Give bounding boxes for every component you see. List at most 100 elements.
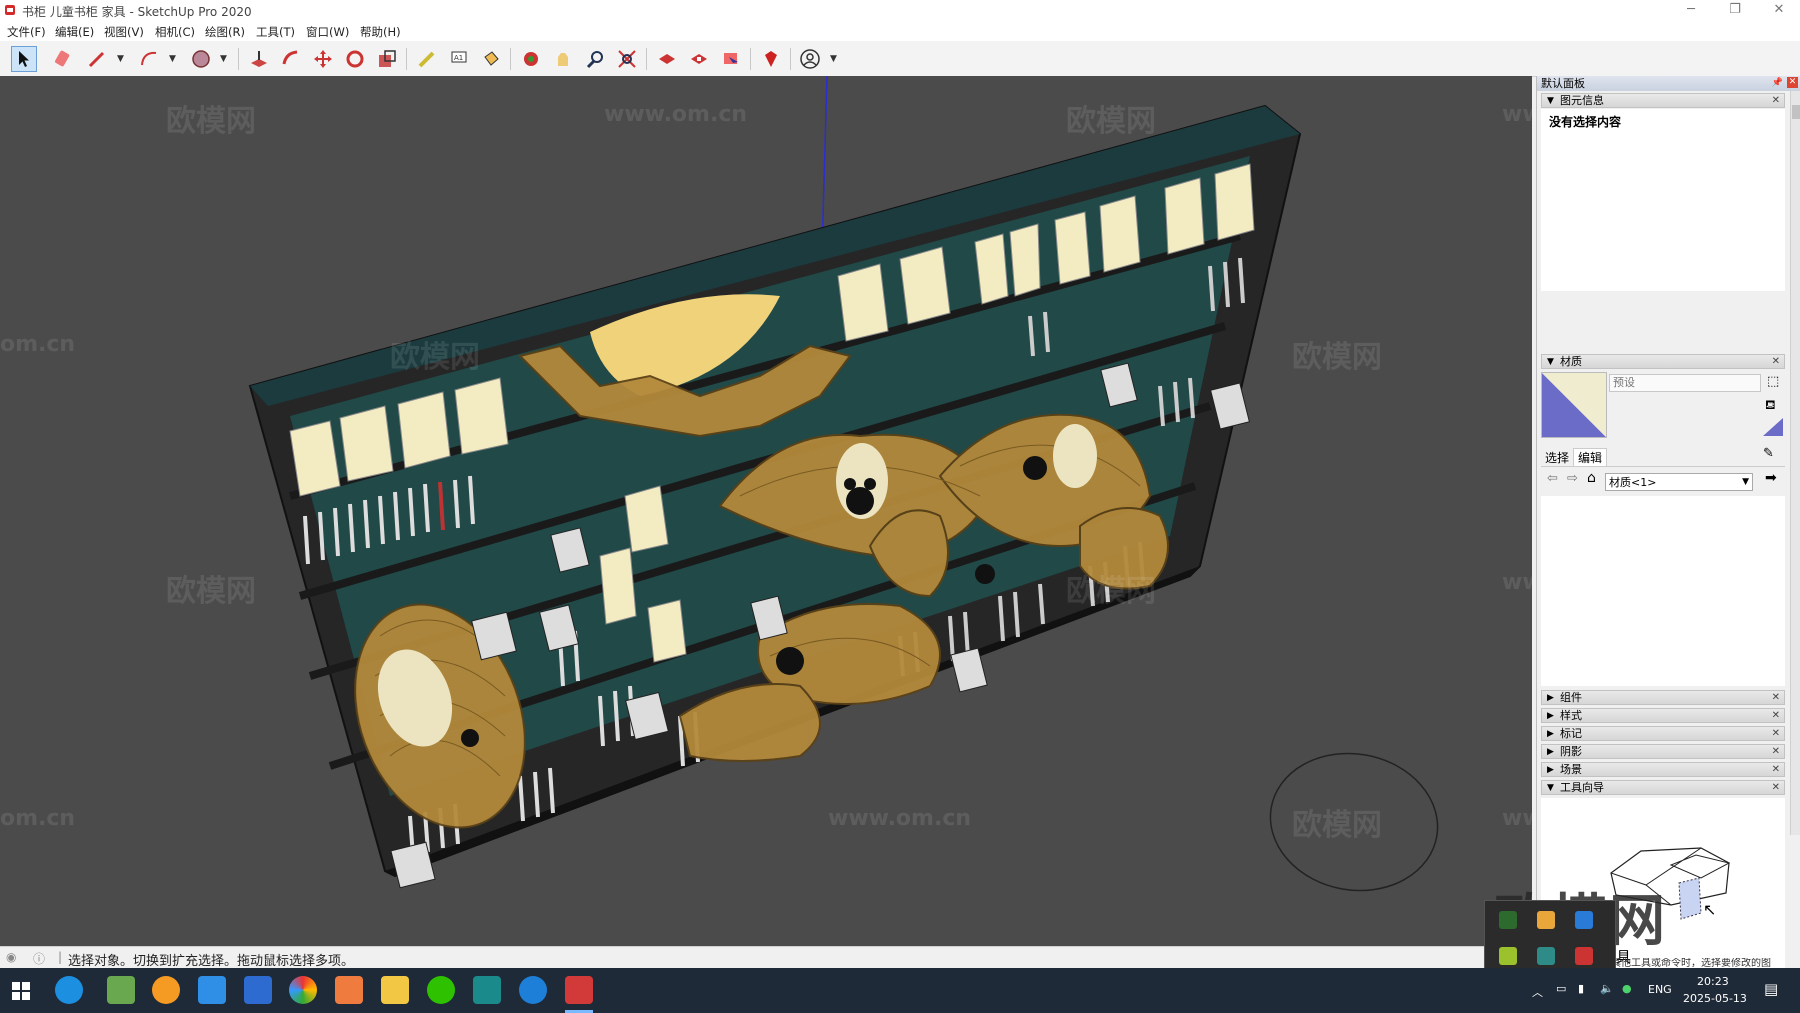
notification-icon[interactable]: ▤ — [1764, 980, 1778, 998]
menu-tools[interactable]: 工具(T) — [256, 24, 295, 40]
section-close-icon[interactable]: ✕ — [1772, 94, 1780, 108]
entity-info-header[interactable]: ▼ 图元信息 ✕ — [1541, 93, 1785, 108]
paint-bucket-icon[interactable]: ⛾ — [1765, 398, 1776, 415]
materials-header[interactable]: ▼ 材质 ✕ — [1541, 354, 1785, 369]
app-tray-icon[interactable] — [1575, 947, 1593, 965]
plus-app-icon[interactable] — [1499, 947, 1517, 965]
arc-dropdown-icon[interactable]: ▼ — [169, 54, 176, 64]
edge-icon[interactable] — [519, 976, 547, 1004]
defender-icon[interactable] — [1575, 911, 1593, 929]
clock-date[interactable]: 2025-05-13 — [1683, 992, 1747, 1005]
warehouse-icon[interactable] — [654, 46, 680, 72]
menu-camera[interactable]: 相机(C) — [155, 24, 195, 40]
shadows-header[interactable]: ▶ 阴影 ✕ — [1541, 744, 1785, 759]
menu-edit[interactable]: 编辑(E) — [55, 24, 94, 40]
panel-scrollbar[interactable] — [1790, 91, 1800, 835]
wechat-icon[interactable] — [427, 976, 455, 1004]
default-material-icon[interactable] — [1763, 418, 1783, 436]
tray-up-arrow-icon[interactable]: ︿ — [1532, 984, 1543, 1000]
pin-icon[interactable]: 📌 — [1772, 76, 1783, 91]
details-arrow-icon[interactable]: ➡ — [1765, 470, 1777, 486]
chrome-icon[interactable] — [289, 976, 317, 1004]
offset-icon[interactable] — [278, 46, 304, 72]
tape-measure-icon[interactable] — [414, 46, 440, 72]
battery-icon[interactable]: ▮ — [1578, 982, 1584, 995]
paint-bucket-icon[interactable] — [478, 46, 504, 72]
zoom-icon[interactable] — [582, 46, 608, 72]
ruby-extension-icon[interactable] — [758, 46, 784, 72]
wechat-tray-icon[interactable]: ● — [1622, 982, 1632, 995]
material-swatch[interactable] — [1541, 372, 1607, 438]
materials-browser[interactable] — [1541, 496, 1785, 686]
windows-start-icon[interactable] — [12, 982, 30, 1000]
push-pull-icon[interactable] — [246, 46, 272, 72]
sketchup-taskbar-icon[interactable] — [565, 976, 593, 1004]
section-close-icon[interactable]: ✕ — [1772, 691, 1780, 705]
menu-file[interactable]: 文件(F) — [7, 24, 46, 40]
move-icon[interactable] — [310, 46, 336, 72]
model-viewport[interactable]: 欧模网 www.om.cn 欧模网 www.om.cn om.cn 欧模网 欧模… — [0, 76, 1532, 946]
tags-header[interactable]: ▶ 标记 ✕ — [1541, 726, 1785, 741]
volume-icon[interactable]: 🔈 — [1600, 982, 1614, 995]
sample-paint-icon[interactable]: ✎ — [1763, 446, 1774, 461]
input-language[interactable]: ENG — [1648, 983, 1672, 996]
orange-app-icon[interactable] — [335, 976, 363, 1004]
info-icon[interactable]: ⓘ — [33, 950, 45, 967]
section-close-icon[interactable]: ✕ — [1772, 745, 1780, 759]
clock-time[interactable]: 20:23 — [1697, 975, 1729, 988]
minecraft-icon[interactable] — [107, 976, 135, 1004]
section-close-icon[interactable]: ✕ — [1772, 781, 1780, 795]
minimize-button[interactable]: ─ — [1668, 0, 1714, 22]
select-arrow-icon[interactable] — [11, 46, 37, 72]
shield-app-icon[interactable] — [198, 976, 226, 1004]
back-arrow-icon[interactable]: ⇦ — [1547, 471, 1558, 486]
material-name-field[interactable] — [1609, 374, 1761, 392]
account-icon[interactable] — [797, 46, 823, 72]
tab-edit[interactable]: 编辑 — [1573, 448, 1607, 466]
extension-warehouse-icon[interactable] — [686, 46, 712, 72]
create-material-icon[interactable]: ⬚ — [1767, 374, 1779, 389]
styles-header[interactable]: ▶ 样式 ✕ — [1541, 708, 1785, 723]
section-close-icon[interactable]: ✕ — [1772, 355, 1780, 369]
shapes-dropdown-icon[interactable]: ▼ — [220, 54, 227, 64]
media-player-icon[interactable] — [152, 976, 180, 1004]
3dsmax-icon[interactable] — [473, 976, 501, 1004]
home-icon[interactable]: ⌂ — [1587, 470, 1596, 486]
text-icon[interactable]: A1 — [446, 46, 472, 72]
section-close-icon[interactable]: ✕ — [1772, 727, 1780, 741]
pencil-dropdown-icon[interactable]: ▼ — [117, 54, 124, 64]
geo-location-icon[interactable]: ◉ — [6, 950, 16, 964]
pan-icon[interactable] — [550, 46, 576, 72]
eraser-icon[interactable] — [50, 46, 76, 72]
menu-help[interactable]: 帮助(H) — [360, 24, 401, 40]
scale-icon[interactable] — [374, 46, 400, 72]
security-shield-icon[interactable] — [1537, 911, 1555, 929]
material-collection-dropdown[interactable]: 材质<1> ▼ — [1605, 473, 1753, 491]
section-close-icon[interactable]: ✕ — [1772, 763, 1780, 777]
panel-close-icon[interactable]: ✕ — [1787, 77, 1798, 88]
file-explorer-icon[interactable] — [381, 976, 409, 1004]
shapes-icon[interactable] — [188, 46, 214, 72]
nvidia-icon[interactable] — [1499, 911, 1517, 929]
restore-button[interactable]: ❐ — [1712, 0, 1758, 22]
send-to-layout-icon[interactable] — [718, 46, 744, 72]
components-header[interactable]: ▶ 组件 ✕ — [1541, 690, 1785, 705]
menu-window[interactable]: 窗口(W) — [306, 24, 349, 40]
internet-explorer-icon[interactable] — [55, 976, 83, 1004]
pencil-line-icon[interactable] — [84, 46, 110, 72]
rotate-icon[interactable] — [342, 46, 368, 72]
close-button[interactable]: ✕ — [1756, 0, 1800, 22]
forward-arrow-icon[interactable]: ⇨ — [1567, 471, 1578, 486]
store-app-icon[interactable] — [244, 976, 272, 1004]
tab-select[interactable]: 选择 — [1545, 449, 1569, 466]
zoom-extents-icon[interactable] — [614, 46, 640, 72]
drive-icon[interactable] — [1537, 947, 1555, 965]
instructor-header[interactable]: ▼ 工具向导 ✕ — [1541, 780, 1785, 795]
account-dropdown-icon[interactable]: ▼ — [830, 54, 837, 64]
scenes-header[interactable]: ▶ 场景 ✕ — [1541, 762, 1785, 777]
orbit-icon[interactable] — [518, 46, 544, 72]
menu-draw[interactable]: 绘图(R) — [205, 24, 245, 40]
arc-icon[interactable] — [136, 46, 162, 72]
network-icon[interactable]: ▭ — [1556, 982, 1566, 995]
section-close-icon[interactable]: ✕ — [1772, 709, 1780, 723]
